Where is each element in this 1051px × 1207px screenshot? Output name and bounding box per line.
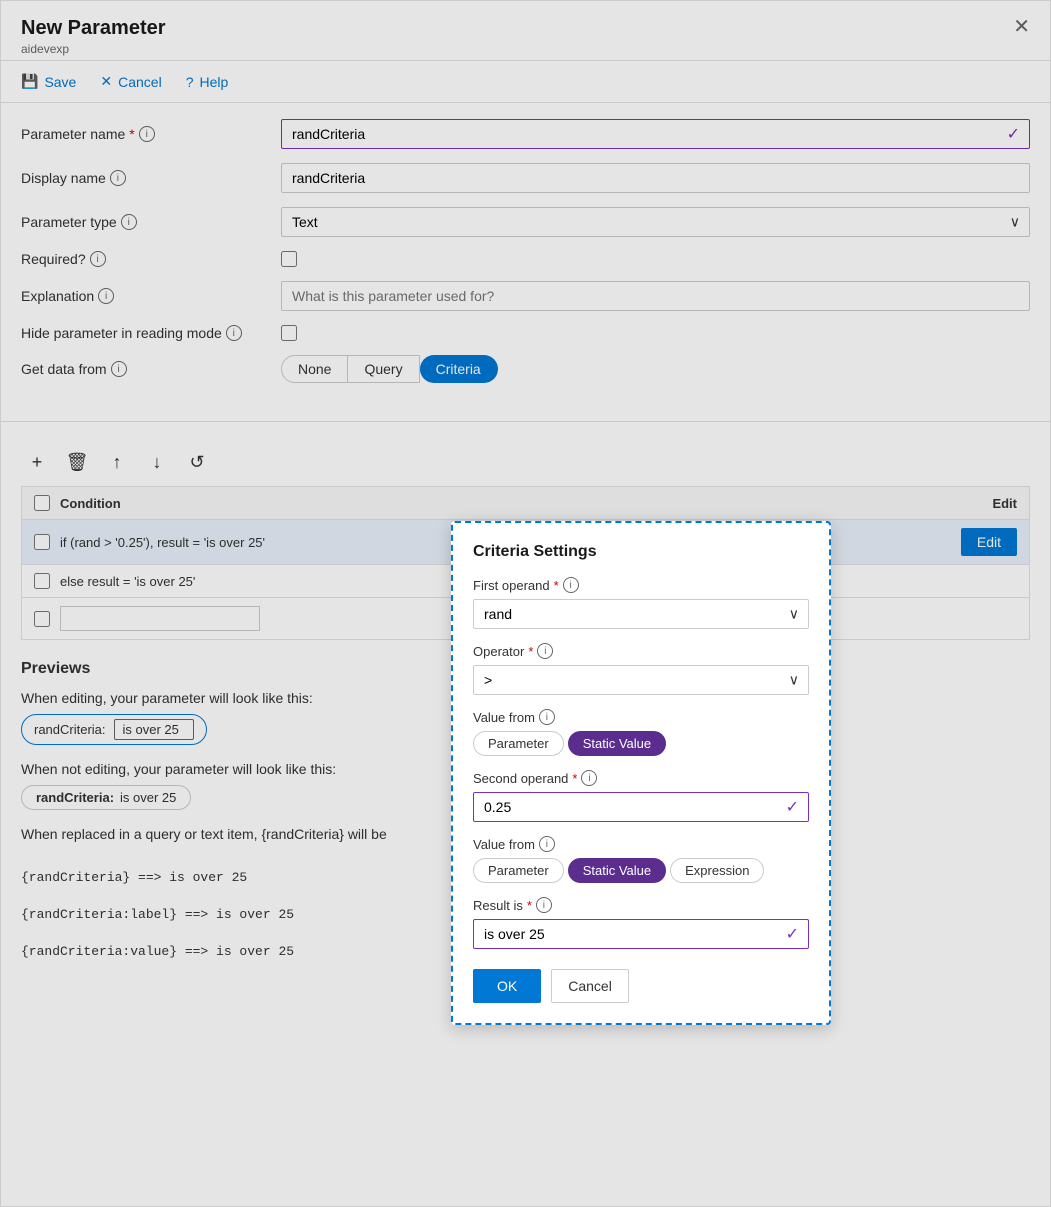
- operator-field: Operator * i > < = >= <= ∨: [473, 643, 809, 695]
- value-from-parameter-btn-1[interactable]: Parameter: [473, 731, 564, 756]
- first-operand-label: First operand * i: [473, 577, 809, 593]
- value-from-field-2: Value from i Parameter Static Value Expr…: [473, 836, 809, 883]
- first-operand-select[interactable]: rand: [473, 599, 809, 629]
- value-from-field-1: Value from i Parameter Static Value: [473, 709, 809, 756]
- result-input[interactable]: [473, 919, 809, 949]
- dialog-actions: OK Cancel: [473, 969, 809, 1003]
- main-window: New Parameter aidevexp ✕ 💾 Save ✕ Cancel…: [0, 0, 1051, 1207]
- operator-select[interactable]: > < = >= <=: [473, 665, 809, 695]
- result-info-icon[interactable]: i: [536, 897, 552, 913]
- second-operand-info-icon[interactable]: i: [581, 770, 597, 786]
- first-operand-field: First operand * i rand ∨: [473, 577, 809, 629]
- dialog-title: Criteria Settings: [473, 543, 809, 561]
- criteria-settings-dialog: Criteria Settings First operand * i rand…: [451, 521, 831, 1025]
- first-operand-info-icon[interactable]: i: [563, 577, 579, 593]
- result-field: Result is * i ✓: [473, 897, 809, 949]
- second-operand-input[interactable]: [473, 792, 809, 822]
- value-from-static-btn-1[interactable]: Static Value: [568, 731, 666, 756]
- dialog-ok-button[interactable]: OK: [473, 969, 541, 1003]
- operator-info-icon[interactable]: i: [537, 643, 553, 659]
- value-from-group-1: Parameter Static Value: [473, 731, 809, 756]
- dialog-cancel-button[interactable]: Cancel: [551, 969, 629, 1003]
- value-from-static-btn-2[interactable]: Static Value: [568, 858, 666, 883]
- result-check-icon: ✓: [786, 924, 799, 944]
- value-from-info-icon-2[interactable]: i: [539, 836, 555, 852]
- value-from-info-icon-1[interactable]: i: [539, 709, 555, 725]
- value-from-group-2: Parameter Static Value Expression: [473, 858, 809, 883]
- second-operand-check-icon: ✓: [786, 797, 799, 817]
- result-label: Result is * i: [473, 897, 809, 913]
- second-operand-label: Second operand * i: [473, 770, 809, 786]
- operator-label: Operator * i: [473, 643, 809, 659]
- value-from-expression-btn-2[interactable]: Expression: [670, 858, 764, 883]
- value-from-label-2: Value from i: [473, 836, 809, 852]
- value-from-parameter-btn-2[interactable]: Parameter: [473, 858, 564, 883]
- value-from-label-1: Value from i: [473, 709, 809, 725]
- second-operand-field: Second operand * i ✓: [473, 770, 809, 822]
